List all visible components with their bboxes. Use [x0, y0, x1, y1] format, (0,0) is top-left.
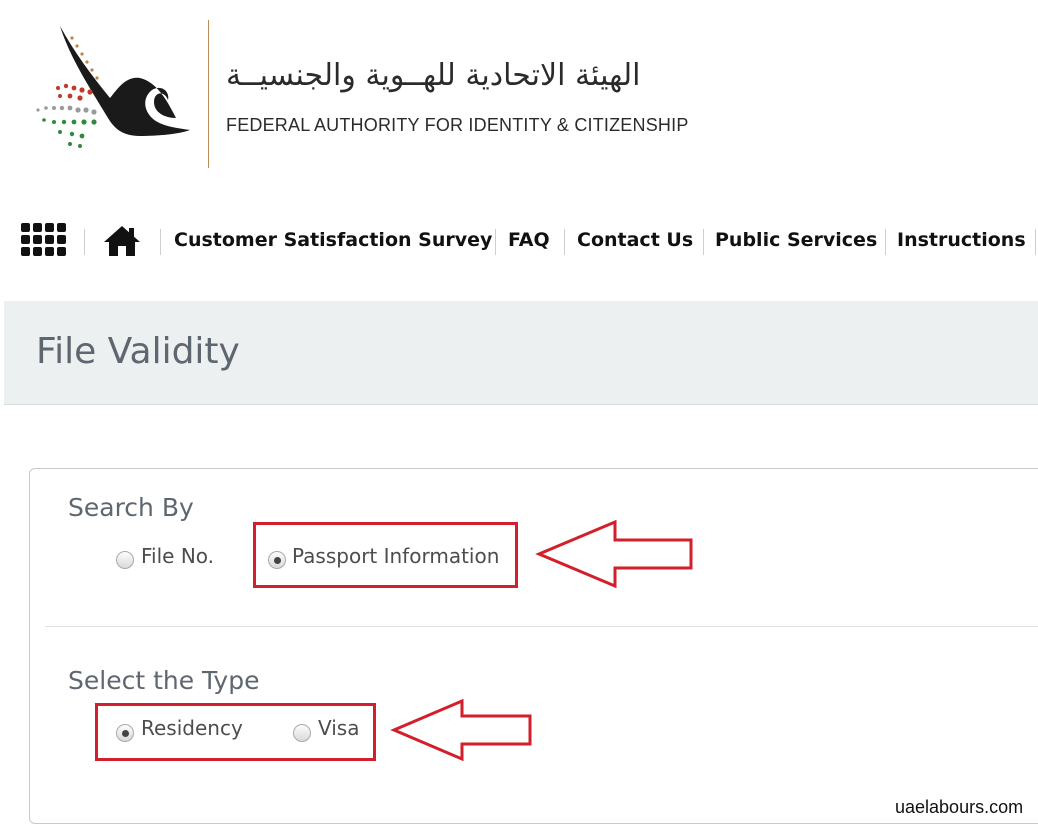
nav-separator	[703, 229, 704, 255]
section-divider	[45, 626, 1038, 627]
passport-highlight-box	[253, 522, 518, 588]
left-arrow-icon	[535, 519, 693, 589]
nav-separator	[84, 229, 85, 255]
logo-arabic-name: الهيئة الاتحادية للهــوية والجنسيــة	[226, 58, 641, 93]
nav-separator	[495, 229, 496, 255]
falcon-logo-icon	[36, 26, 190, 148]
file-no-radio[interactable]	[116, 551, 134, 569]
residency-visa-highlight-box	[95, 703, 376, 761]
home-icon[interactable]	[102, 224, 142, 258]
logo-divider	[208, 20, 209, 168]
nav-link-customer-satisfaction-survey[interactable]: Customer Satisfaction Survey	[174, 229, 492, 251]
search-by-label: Search By	[68, 493, 194, 522]
page-title: File Validity	[36, 331, 240, 372]
select-type-label: Select the Type	[68, 666, 260, 695]
nav-link-public-services[interactable]: Public Services	[715, 229, 877, 251]
file-no-radio-label[interactable]: File No.	[141, 544, 214, 568]
nav-separator	[885, 229, 886, 255]
nav-link-contact-us[interactable]: Contact Us	[577, 229, 693, 251]
nav-separator	[1035, 229, 1036, 255]
nav-separator	[160, 229, 161, 255]
left-arrow-icon	[390, 698, 532, 762]
logo-english-name: FEDERAL AUTHORITY FOR IDENTITY & CITIZEN…	[226, 115, 689, 135]
nav-link-faq[interactable]: FAQ	[508, 229, 550, 251]
watermark: uaelabours.com	[895, 797, 1024, 817]
grid-menu-icon[interactable]	[21, 223, 66, 257]
nav-separator	[564, 229, 565, 255]
nav-link-instructions[interactable]: Instructions	[897, 229, 1026, 251]
